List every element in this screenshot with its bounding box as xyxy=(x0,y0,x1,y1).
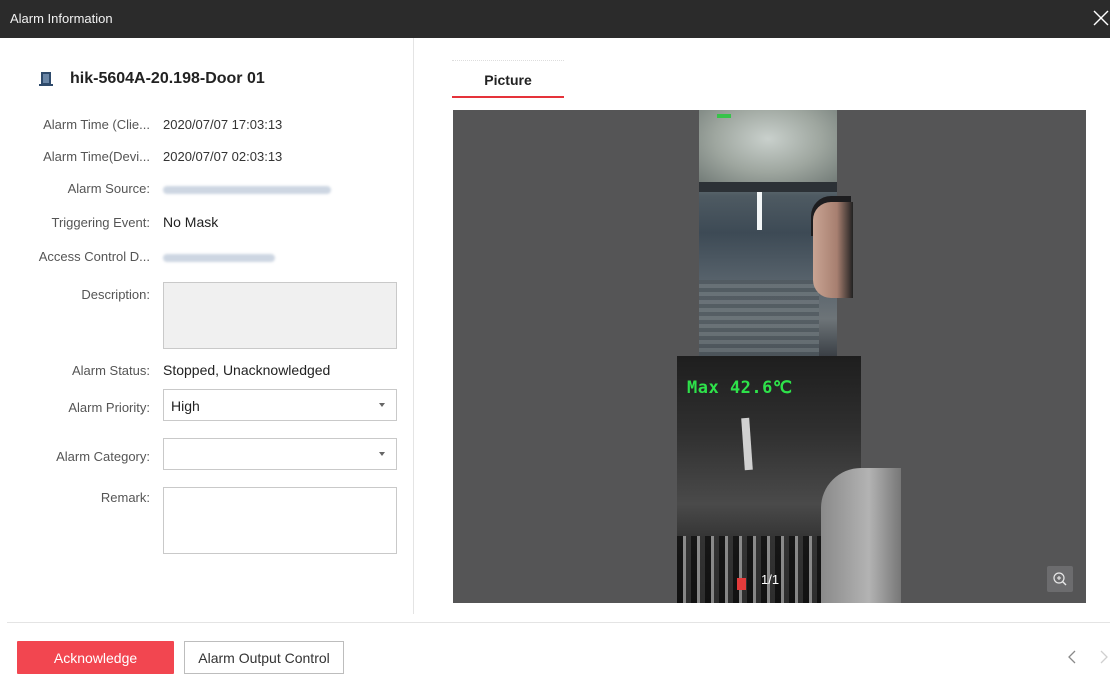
chevron-right-icon xyxy=(1100,650,1108,664)
alarm-details-panel: hik-5604A-20.198-Door 01 Alarm Time (Cli… xyxy=(0,38,414,614)
alarm-picture-viewer: Max 42.6℃ 1/1 xyxy=(453,110,1086,603)
alarm-source-label: Alarm Source: xyxy=(67,181,150,196)
remark-label: Remark: xyxy=(100,490,150,505)
access-control-device-value xyxy=(163,249,275,264)
alarm-category-label: Alarm Category: xyxy=(56,449,150,464)
alarm-source-value xyxy=(163,181,331,196)
image-counter: 1/1 xyxy=(761,572,780,587)
title-bar: Alarm Information xyxy=(0,0,1110,38)
max-temperature-overlay: Max 42.6℃ xyxy=(687,378,793,398)
previous-alarm-button[interactable] xyxy=(1065,648,1079,666)
description-label: Description: xyxy=(81,287,150,302)
thermal-image: Max 42.6℃ xyxy=(677,356,901,603)
triggering-event-value: No Mask xyxy=(163,214,219,230)
next-alarm-button[interactable] xyxy=(1097,648,1110,666)
description-field xyxy=(163,282,397,349)
access-control-device-label: Access Control D... xyxy=(38,249,150,264)
device-header: hik-5604A-20.198-Door 01 xyxy=(39,68,265,90)
zoom-in-icon xyxy=(1053,572,1067,586)
dialog-title: Alarm Information xyxy=(10,11,113,26)
triggering-event-label: Triggering Event: xyxy=(51,215,150,230)
zoom-button[interactable] xyxy=(1047,566,1073,592)
alarm-time-device-value: 2020/07/07 02:03:13 xyxy=(163,149,283,164)
close-button[interactable] xyxy=(1088,4,1110,32)
alarm-information-dialog: Alarm Information hik-5604A-20.198-Door … xyxy=(0,0,1110,687)
close-icon xyxy=(1093,10,1109,26)
redacted-text xyxy=(163,253,275,262)
tab-active-indicator xyxy=(452,96,564,98)
alarm-priority-label: Alarm Priority: xyxy=(68,400,150,415)
alarm-output-control-button[interactable]: Alarm Output Control xyxy=(184,641,344,674)
chevron-down-icon xyxy=(379,452,385,456)
visible-light-image xyxy=(699,110,853,356)
chevron-left-icon xyxy=(1068,650,1076,664)
alarm-status-value: Stopped, Unacknowledged xyxy=(163,362,331,378)
device-name: hik-5604A-20.198-Door 01 xyxy=(70,70,265,87)
alarm-time-client-label: Alarm Time (Clie... xyxy=(43,117,150,132)
alarm-time-device-label: Alarm Time(Devi... xyxy=(43,149,150,164)
chevron-down-icon xyxy=(379,403,385,407)
acknowledge-button[interactable]: Acknowledge xyxy=(17,641,174,674)
door-icon xyxy=(39,72,53,86)
tab-picture[interactable]: Picture xyxy=(452,60,564,96)
alarm-priority-value: High xyxy=(171,398,200,414)
alarm-time-client-value: 2020/07/07 17:03:13 xyxy=(163,117,283,132)
redacted-text xyxy=(163,185,331,194)
picture-panel: Picture Max 42.6℃ 1/1 xyxy=(414,38,1110,614)
alarm-priority-select[interactable]: High xyxy=(163,389,397,421)
footer-divider xyxy=(7,622,1110,623)
alarm-category-select[interactable] xyxy=(163,438,397,470)
alarm-status-label: Alarm Status: xyxy=(71,363,150,378)
remark-field[interactable] xyxy=(163,487,397,554)
